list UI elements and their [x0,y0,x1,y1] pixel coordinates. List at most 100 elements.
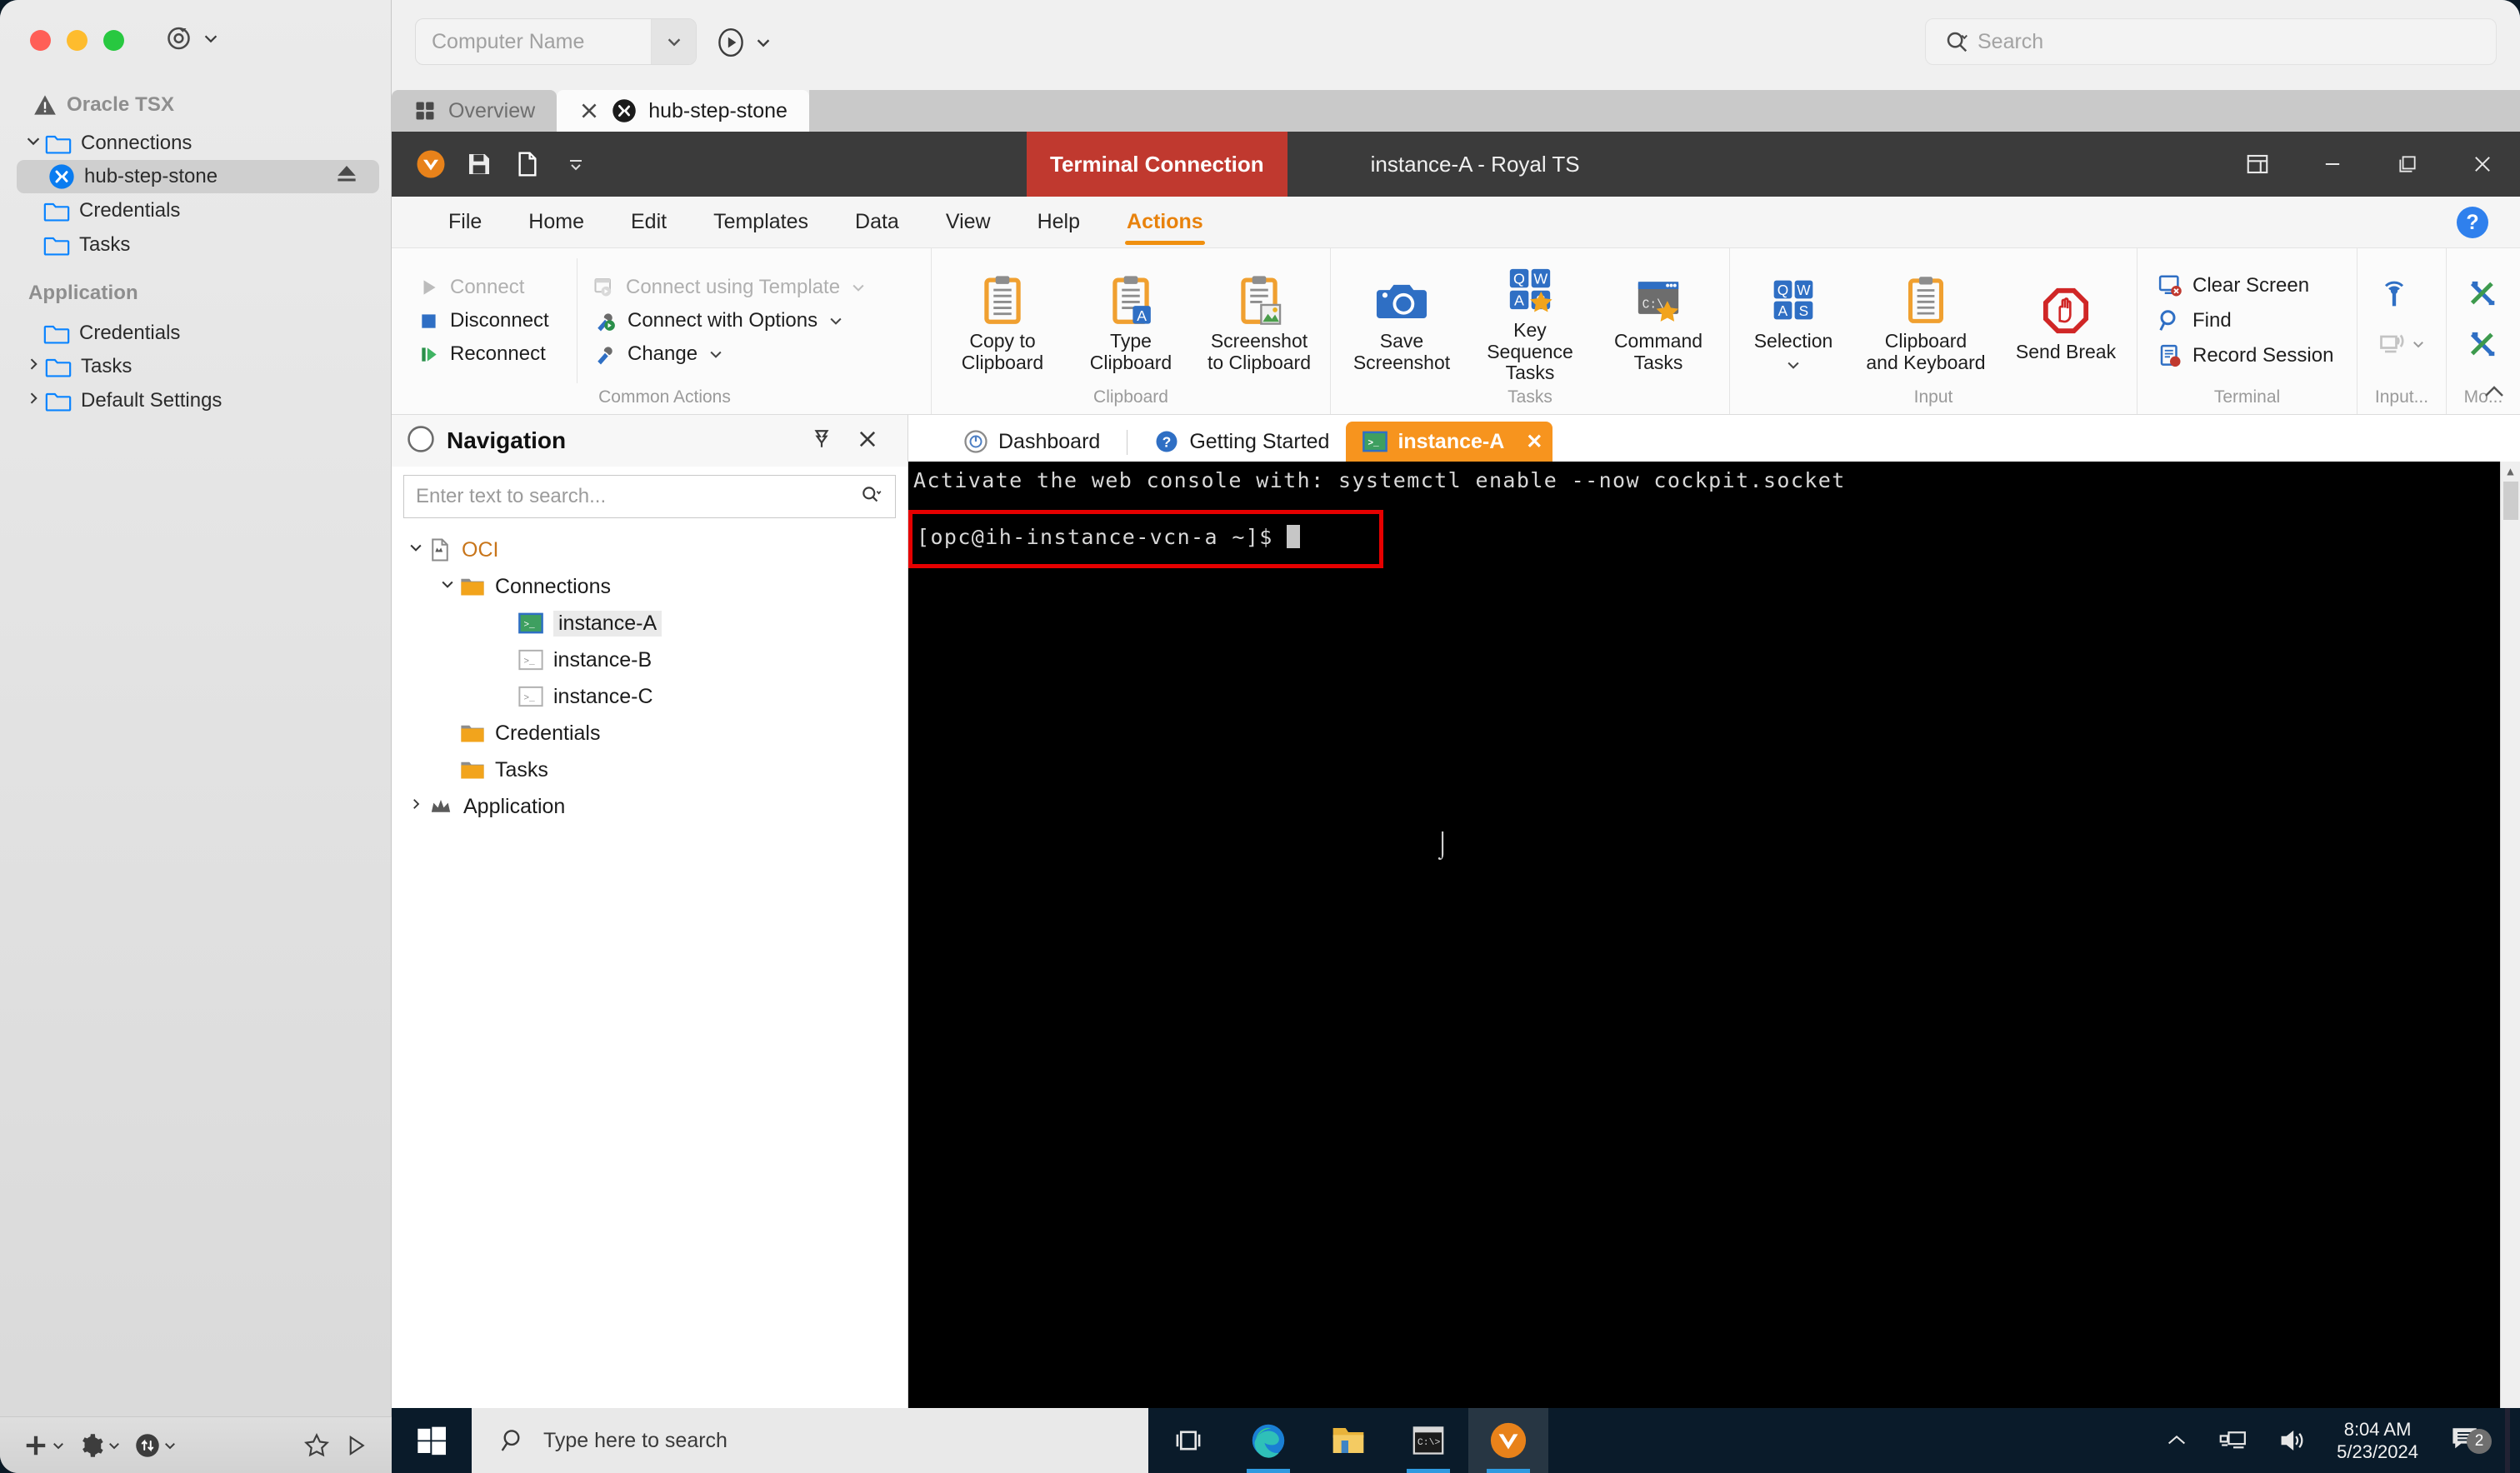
collapse-ribbon-button[interactable] [2482,380,2507,406]
send-break-button[interactable]: Send Break [2003,278,2128,363]
close-icon[interactable]: ✕ [1526,430,1542,454]
menu-help[interactable]: Help [1014,197,1103,248]
connect-run-button[interactable] [715,27,772,58]
connect-using-template-button[interactable]: Connect using Template [581,272,922,303]
add-connection-button[interactable] [18,1431,71,1460]
run-button[interactable] [338,1431,373,1460]
screenshot-to-clipboard-button[interactable]: Screenshot to Clipboard [1197,267,1322,374]
scrollbar-thumb[interactable] [2503,482,2518,520]
help-button[interactable]: ? [2457,207,2488,238]
tree-node-instance-c[interactable]: >_ instance-C [392,678,908,715]
search-input[interactable]: Search [1925,18,2497,65]
taskbar-file-explorer-button[interactable] [1308,1408,1388,1473]
sidebar-refresh-button[interactable] [165,23,220,53]
shuffle-icon[interactable] [2467,327,2500,365]
settings-button[interactable] [74,1431,127,1460]
tree-node-instance-b[interactable]: >_ instance-B [392,642,908,678]
save-icon[interactable] [462,147,497,182]
chevron-right-icon[interactable] [403,796,428,816]
clipboard-and-keyboard-button[interactable]: Clipboard and Keyboard [1852,267,2000,374]
app-logo-icon[interactable] [413,147,448,182]
maximize-icon[interactable] [2370,132,2445,197]
close-icon[interactable] [578,100,600,122]
tab-overview[interactable]: Overview [392,90,558,132]
tree-node-oci[interactable]: OCI [392,532,908,568]
record-session-button[interactable]: Record Session [2146,339,2345,372]
customize-chevron-icon[interactable] [558,147,593,182]
taskbar-edge-button[interactable] [1228,1408,1308,1473]
chevron-down-icon[interactable] [403,539,428,561]
minimize-icon[interactable] [2295,132,2370,197]
eject-icon[interactable] [336,164,358,190]
sidebar-app-item-default-settings[interactable]: Default Settings [22,384,222,417]
tray-clock[interactable]: 8:04 AM 5/23/2024 [2322,1418,2433,1464]
maximize-window-button[interactable] [103,30,124,51]
start-button[interactable] [392,1408,472,1473]
copy-to-clipboard-button[interactable]: Copy to Clipboard [940,267,1065,374]
shuffle-icon[interactable] [2467,277,2500,314]
find-button[interactable]: Find [2146,304,2345,337]
menu-data[interactable]: Data [832,197,922,248]
tree-node-tasks[interactable]: Tasks [392,751,908,788]
menu-edit[interactable]: Edit [608,197,690,248]
tree-node-application[interactable]: Application [392,788,908,825]
connect-button[interactable]: Connect [407,272,573,303]
tray-expand-button[interactable] [2150,1432,2203,1449]
session-tab-getting-started[interactable]: ? Getting Started [1138,422,1346,462]
close-icon[interactable] [2445,132,2520,197]
terminal-scrollbar[interactable]: ▲ [2500,462,2520,1408]
pin-icon[interactable] [799,428,844,454]
disconnect-button[interactable]: Disconnect [407,305,573,337]
notification-center-button[interactable]: 2 [2433,1425,2498,1457]
favorites-button[interactable] [298,1431,335,1461]
tree-node-credentials[interactable]: Credentials [392,715,908,751]
tray-network-button[interactable] [2203,1427,2263,1454]
sidebar-item-tasks[interactable]: Tasks [43,228,130,262]
navigation-search-input[interactable]: Enter text to search... [403,475,896,518]
new-document-icon[interactable] [510,147,545,182]
clear-screen-button[interactable]: Clear Screen [2146,269,2345,302]
sidebar-item-hub-step-stone[interactable]: hub-step-stone [17,160,379,193]
computer-name-field[interactable]: Computer Name [415,18,697,65]
connect-with-options-button[interactable]: Connect with Options [581,305,922,337]
terminal-output[interactable]: Activate the web console with: systemctl… [908,462,2520,1408]
save-screenshot-button[interactable]: Save Screenshot [1339,267,1464,374]
screen-broadcast-icon[interactable] [2378,329,2426,363]
menu-templates[interactable]: Templates [690,197,832,248]
session-tab-instance-a[interactable]: >_ instance-A ✕ [1346,422,1553,462]
tree-node-connections[interactable]: Connections [392,568,908,605]
taskbar-royal-ts-button[interactable] [1468,1408,1548,1473]
sidebar-item-connections[interactable]: Connections [22,127,192,160]
tray-volume-button[interactable] [2263,1428,2322,1453]
computer-name-dropdown[interactable] [651,19,696,64]
restore-layout-icon[interactable] [2220,132,2295,197]
menu-home[interactable]: Home [505,197,608,248]
search-dropdown-icon[interactable] [860,484,883,510]
sidebar-app-item-tasks[interactable]: Tasks [22,350,132,383]
menu-actions[interactable]: Actions [1103,197,1227,248]
minimize-window-button[interactable] [67,30,88,51]
sync-button[interactable] [130,1431,182,1460]
tab-hub-step-stone[interactable]: hub-step-stone [557,90,809,132]
command-tasks-button[interactable]: C:\ Command Tasks [1596,267,1721,374]
type-clipboard-button[interactable]: A Type Clipboard [1068,267,1193,374]
taskbar-command-prompt-button[interactable]: C:\> [1388,1408,1468,1473]
menu-file[interactable]: File [425,197,505,248]
selection-button[interactable]: QWAS Selection [1738,267,1848,374]
change-button[interactable]: Change [581,338,922,370]
task-view-button[interactable] [1148,1408,1228,1473]
reconnect-button[interactable]: Reconnect [407,338,573,370]
chevron-down-icon[interactable] [435,576,460,597]
show-desktop-button[interactable] [2505,1408,2510,1473]
menu-view[interactable]: View [922,197,1014,248]
sidebar-app-item-credentials[interactable]: Credentials [43,317,180,350]
close-icon[interactable] [844,427,891,455]
key-sequence-tasks-button[interactable]: QWAS Key Sequence Tasks [1468,257,1592,384]
session-tab-dashboard[interactable]: Dashboard [947,422,1117,462]
broadcast-icon[interactable] [2378,278,2426,316]
taskbar-search-input[interactable]: Type here to search [472,1408,1148,1473]
tree-node-instance-a[interactable]: >_ instance-A [392,605,908,642]
close-window-button[interactable] [30,30,51,51]
scroll-up-arrow-icon[interactable]: ▲ [2501,462,2520,482]
sidebar-item-credentials[interactable]: Credentials [43,194,180,227]
